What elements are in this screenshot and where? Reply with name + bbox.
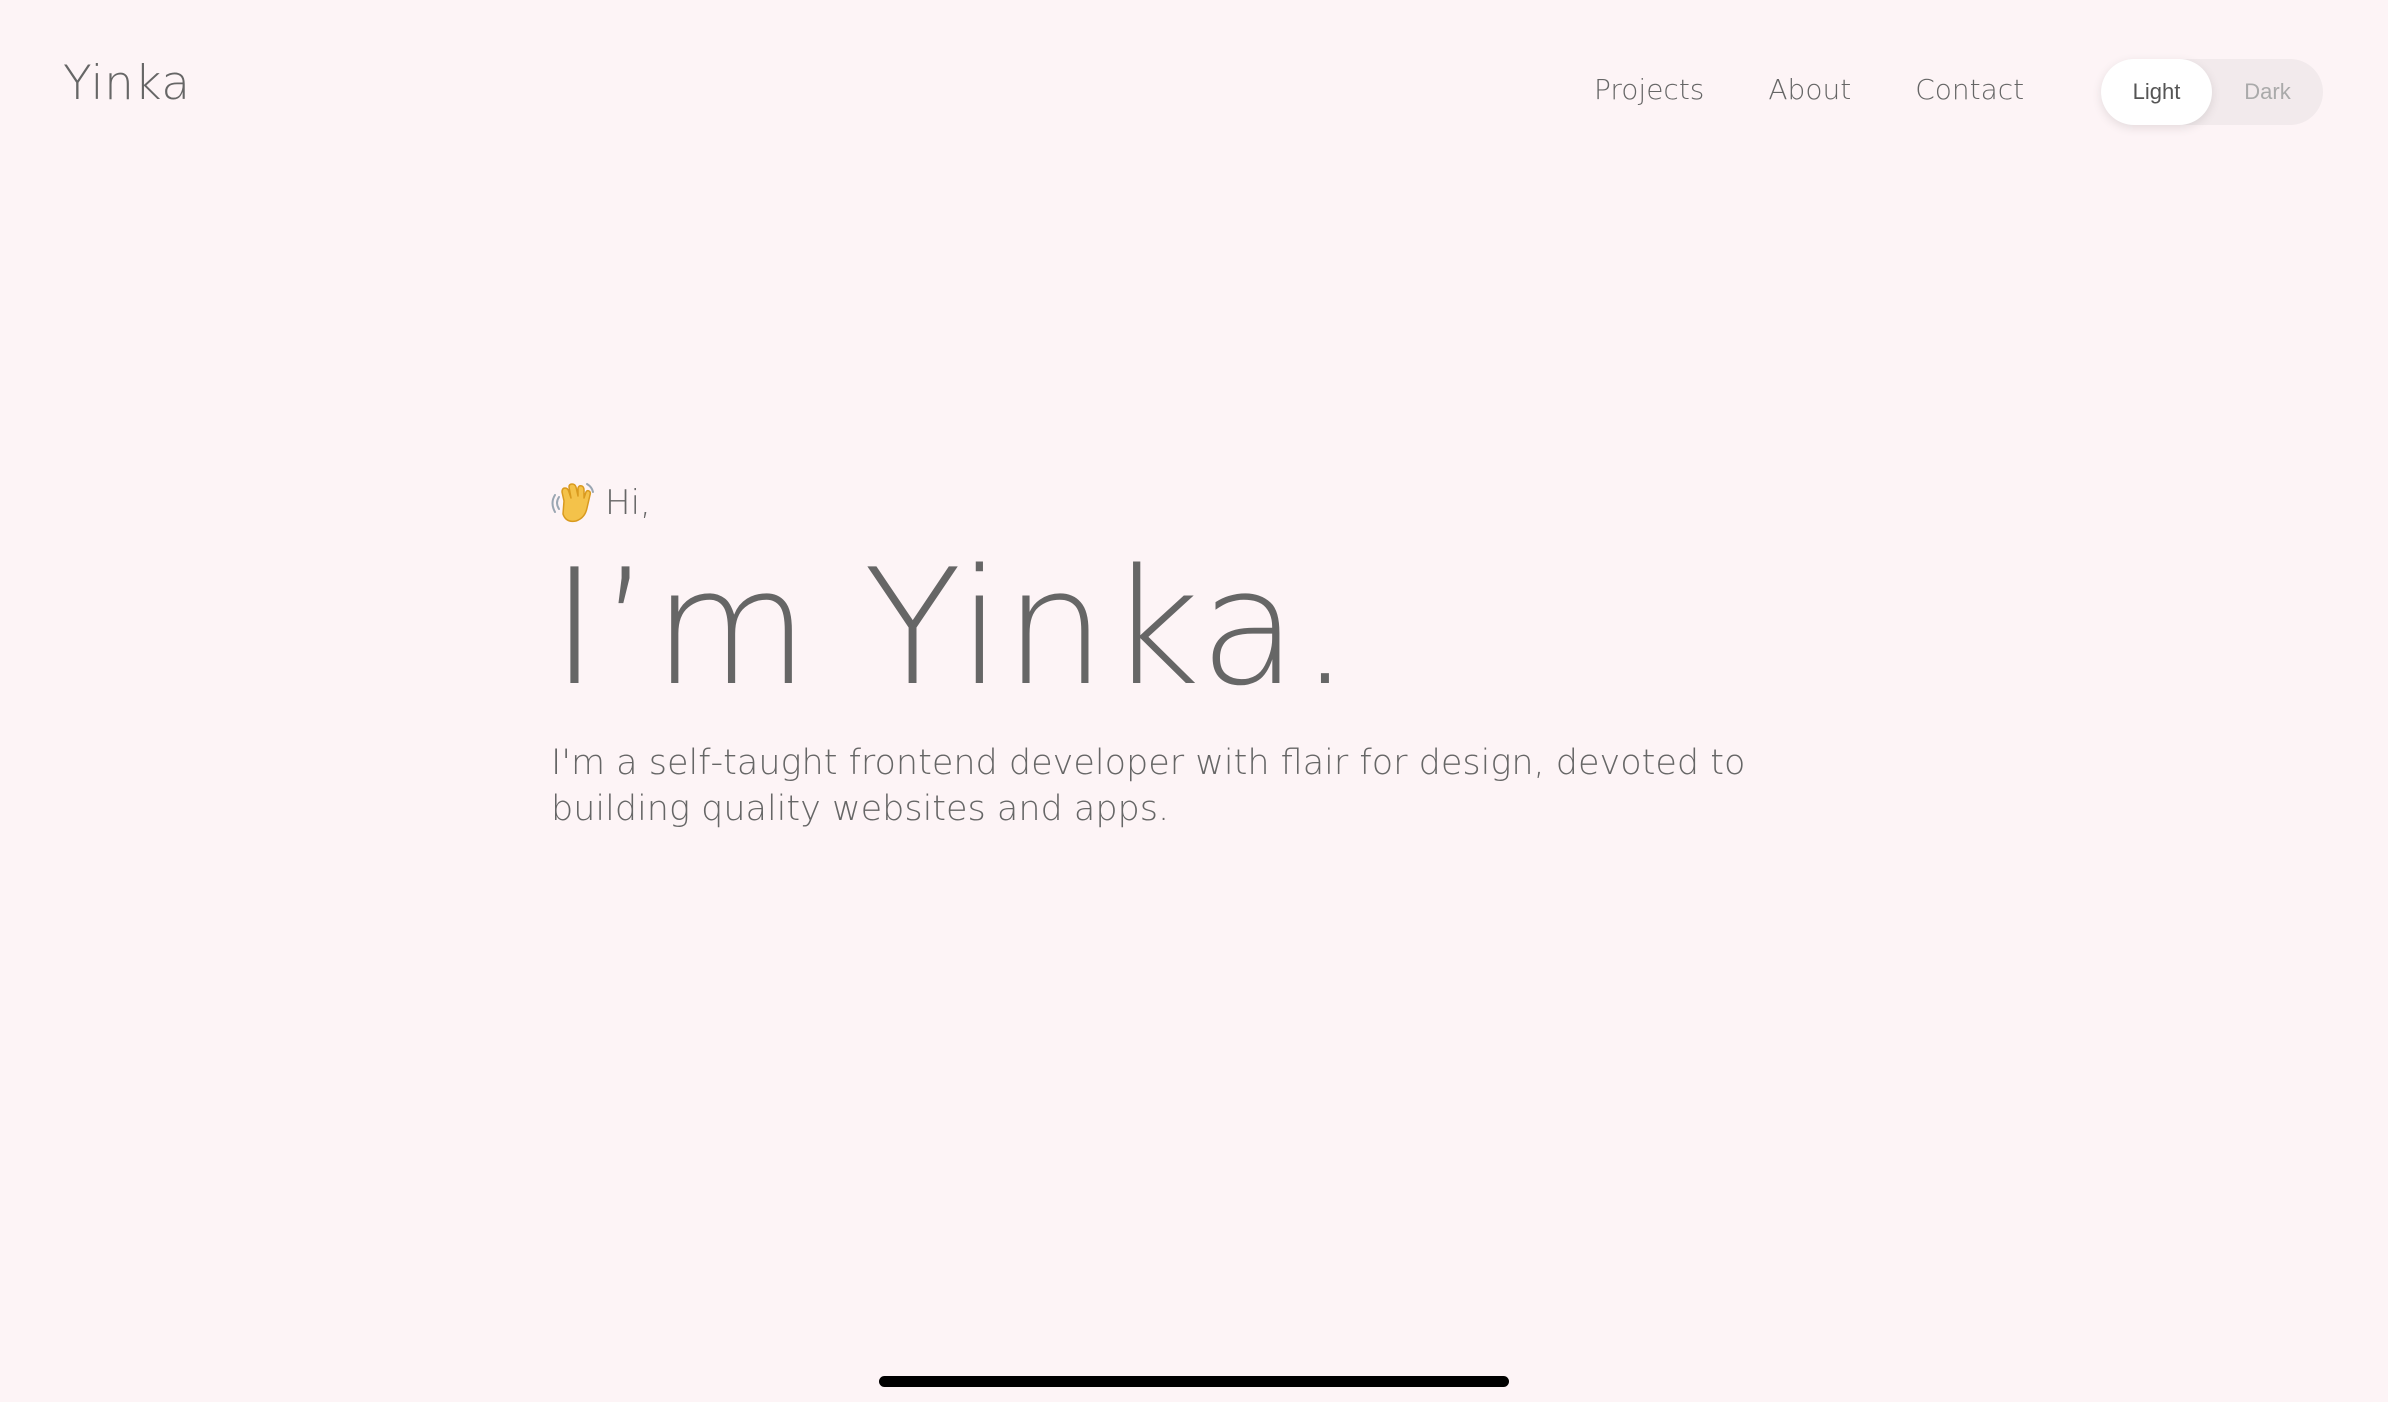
page: Yinka Projects About Contact Light Dark … xyxy=(0,0,2388,1402)
theme-toggle[interactable]: Light Dark xyxy=(2101,59,2323,125)
waving-hand-icon xyxy=(551,481,595,525)
theme-option-dark[interactable]: Dark xyxy=(2212,59,2323,125)
hero-headline: I’m Yinka. xyxy=(551,534,1353,721)
greeting-text: Hi, xyxy=(605,483,651,523)
main-nav: Projects About Contact xyxy=(1594,76,2024,104)
theme-option-light[interactable]: Light xyxy=(2101,59,2212,125)
hero-subtitle: I'm a self-taught frontend developer wit… xyxy=(551,743,1746,829)
site-logo[interactable]: Yinka xyxy=(63,60,191,107)
nav-link-contact[interactable]: Contact xyxy=(1915,76,2024,104)
home-indicator[interactable] xyxy=(879,1376,1509,1387)
greeting: Hi, xyxy=(551,478,1851,528)
hero-section: Hi, I’m Yinka. I'm a self-taught fronten… xyxy=(551,478,1851,832)
nav-link-projects[interactable]: Projects xyxy=(1594,76,1704,104)
nav-link-about[interactable]: About xyxy=(1768,76,1851,104)
